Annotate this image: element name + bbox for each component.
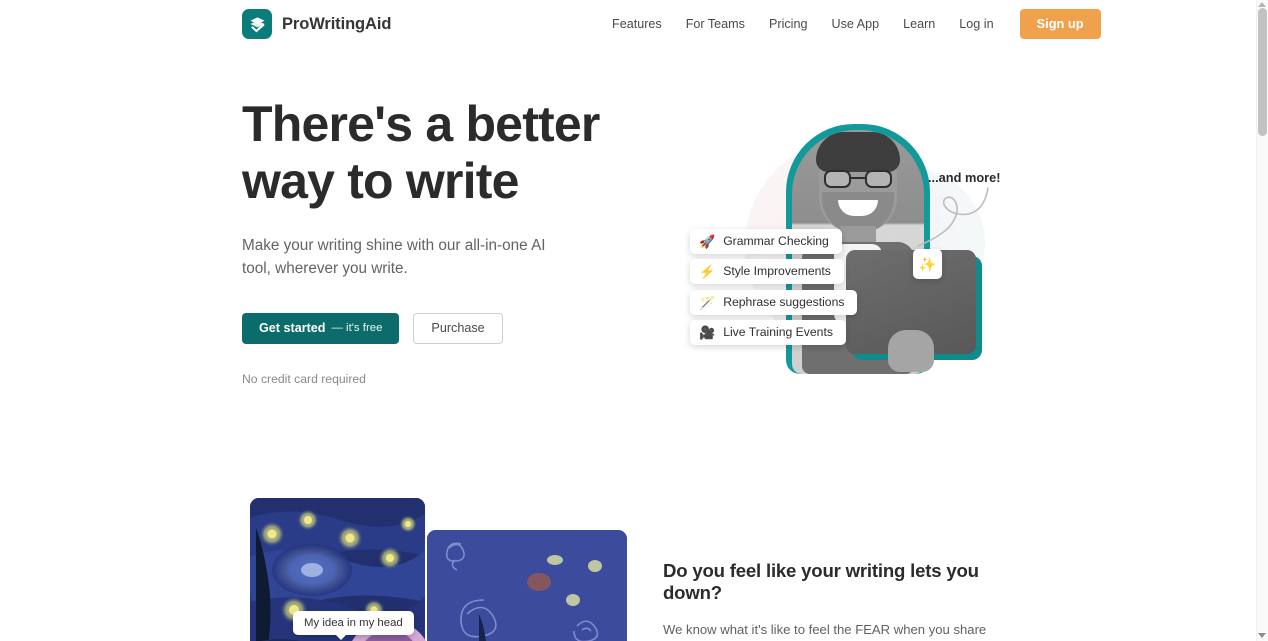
nav-item-log-in[interactable]: Log in (947, 12, 1005, 37)
rocket-icon: 🚀 (699, 234, 716, 249)
brand-logo-link[interactable]: ProWritingAid (242, 9, 391, 39)
video-camera-icon: 🎥 (699, 325, 716, 340)
feature-pill-label: Live Training Events (723, 325, 833, 340)
scrollbar-up-arrow-icon[interactable] (1258, 2, 1266, 7)
nav-item-pricing[interactable]: Pricing (757, 12, 820, 37)
hero-title-line-2: way to write (242, 153, 519, 209)
section-two-copy: Do you feel like your writing lets you d… (663, 560, 1023, 641)
page-root: ProWritingAid Features For Teams Pricing… (0, 0, 1268, 641)
idea-chip-label: My idea in my head (293, 611, 414, 640)
purchase-button[interactable]: Purchase (413, 312, 503, 344)
and-more-annotation: ...and more! (928, 170, 1001, 185)
hero-title: There's a better way to write (242, 96, 642, 210)
get-started-free-suffix: — it's free (331, 322, 383, 335)
magic-wand-icon: 🪄 (699, 295, 716, 310)
brand-name: ProWritingAid (282, 14, 392, 33)
person-hair (816, 132, 900, 172)
hero-subtitle: Make your writing shine with our all-in-… (242, 237, 546, 278)
main-nav: Features For Teams Pricing Use App Learn… (600, 0, 1101, 48)
get-started-button[interactable]: Get started — it's free (242, 312, 400, 344)
no-credit-card-note: No credit card required (242, 371, 366, 386)
feature-pill-style-improvements: ⚡ Style Improvements (690, 259, 844, 284)
sign-up-button[interactable]: Sign up (1019, 8, 1101, 40)
sparse-sketch-image (427, 530, 627, 641)
section-two-body: We know what it's like to feel the FEAR … (663, 621, 987, 637)
section-two-illustration: My idea in my head (242, 496, 642, 641)
feature-pill-label: Grammar Checking (723, 234, 829, 249)
nav-item-use-app[interactable]: Use App (819, 12, 891, 37)
nav-item-learn[interactable]: Learn (891, 12, 947, 37)
hero-title-line-1: There's a better (242, 96, 600, 152)
glasses-bridge (851, 177, 865, 179)
page-scrollbar-thumb[interactable] (1258, 8, 1267, 136)
feature-pill-grammar-checking: 🚀 Grammar Checking (690, 229, 842, 254)
feature-pill-label: Style Improvements (723, 264, 831, 279)
feature-pill-live-training-events: 🎥 Live Training Events (690, 320, 846, 345)
person-hand (888, 330, 934, 372)
get-started-label: Get started (259, 321, 326, 336)
nav-item-for-teams[interactable]: For Teams (674, 12, 757, 37)
feature-pill-rephrase-suggestions: 🪄 Rephrase suggestions (690, 290, 858, 315)
curly-arrow-icon (917, 187, 989, 247)
hero-cta-group: Get started — it's free Purchase (242, 312, 642, 344)
glasses-left-lens (824, 170, 851, 188)
hero-copy: There's a better way to write Make your … (242, 96, 642, 386)
feature-pill-label: Rephrase suggestions (723, 295, 845, 310)
lightning-icon: ⚡ (699, 264, 716, 279)
glasses-right-lens (865, 170, 892, 188)
section-two-title: Do you feel like your writing lets you d… (663, 560, 979, 604)
site-header: ProWritingAid Features For Teams Pricing… (0, 0, 1256, 48)
glasses-icon (824, 170, 892, 188)
scrollbar-down-arrow-icon[interactable] (1258, 633, 1266, 638)
hero-illustration: 🚀 Grammar Checking ⚡ Style Improvements … (660, 108, 1030, 388)
nav-item-features[interactable]: Features (600, 12, 674, 37)
prowritingaid-logo-icon (242, 9, 272, 39)
